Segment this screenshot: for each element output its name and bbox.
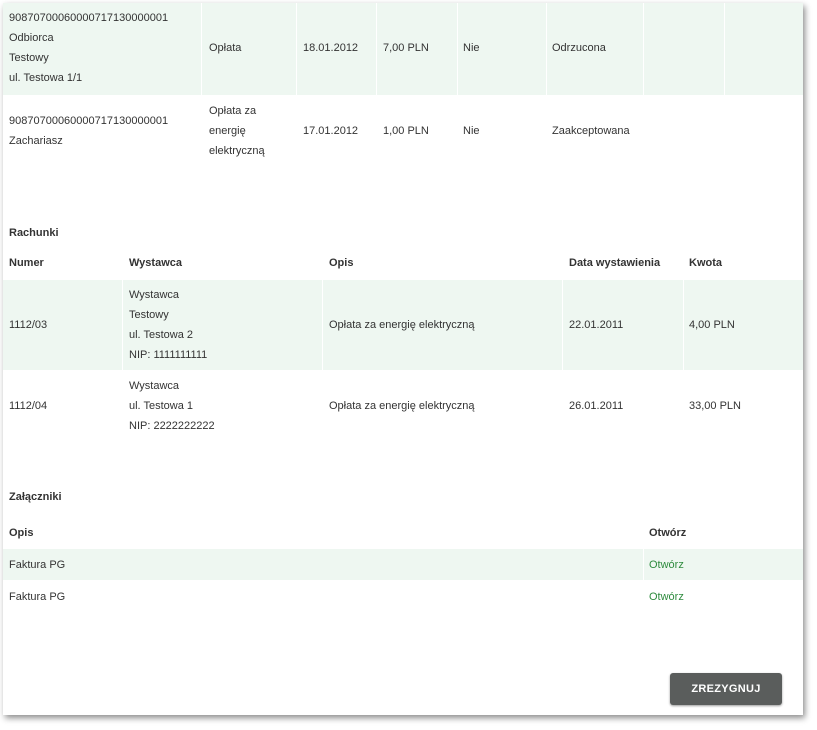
bill-issuer-line: Wystawca (129, 380, 180, 392)
bill-issue-date: 26.01.2011 (569, 400, 624, 412)
payment-status: Odrzucona (552, 42, 606, 54)
payment-flag: Nie (463, 42, 480, 54)
payment-row: 90870700060000717130000001 Zachariasz Op… (3, 95, 803, 175)
payment-title-line: energię (209, 125, 246, 137)
bill-issuer-line: NIP: 1111111111 (129, 349, 208, 361)
payment-title: Opłata (209, 42, 242, 54)
attachment-open-link[interactable]: Otwórz (649, 555, 684, 575)
payment-recipient-line: Zachariasz (9, 135, 63, 147)
bills-section-title: Rachunki (9, 227, 59, 239)
payment-account: 90870700060000717130000001 (9, 12, 169, 24)
payment-title-line: elektryczną (209, 145, 265, 157)
payment-flag: Nie (463, 125, 480, 137)
bill-issue-date: 22.01.2011 (569, 319, 624, 331)
bill-amount: 33,00 PLN (689, 400, 741, 412)
bill-issuer-line: ul. Testowa 1 (129, 400, 194, 412)
details-panel: 90870700060000717130000001 Odbiorca Test… (3, 3, 803, 715)
bill-issuer-line: ul. Testowa 2 (129, 329, 194, 341)
bill-number: 1112/04 (9, 400, 48, 412)
bill-description: Opłata za energię elektryczną (329, 319, 475, 331)
bill-issuer-line: Wystawca (129, 289, 180, 301)
bills-header-amount: Kwota (689, 257, 722, 269)
payment-date: 17.01.2012 (303, 125, 359, 137)
attachment-open-link[interactable]: Otwórz (649, 587, 684, 607)
attachment-row: Faktura PG Otwórz (3, 580, 803, 611)
attachment-description: Faktura PG (9, 591, 66, 603)
bill-row: 1112/04 Wystawca ul. Testowa 1 NIP: 2222… (3, 370, 803, 444)
bills-header-number: Numer (9, 257, 44, 269)
attachment-description: Faktura PG (9, 559, 66, 571)
payment-status: Zaakceptowana (552, 125, 630, 137)
bill-description: Opłata za energię elektryczną (329, 400, 475, 412)
payment-date: 18.01.2012 (303, 42, 359, 54)
attachments-section-title: Załączniki (9, 491, 62, 503)
payment-amount: 1,00 PLN (383, 125, 429, 137)
bill-amount: 4,00 PLN (689, 319, 735, 331)
payment-row: 90870700060000717130000001 Odbiorca Test… (3, 3, 803, 95)
attachments-header-open: Otwórz (649, 527, 687, 539)
cancel-button[interactable]: ZREZYGNUJ (670, 673, 782, 705)
bill-number: 1112/03 (9, 319, 48, 331)
bills-header-issue-date: Data wystawienia (569, 257, 661, 269)
attachments-header-description: Opis (9, 527, 34, 539)
payment-recipient-line: ul. Testowa 1/1 (9, 72, 83, 84)
bill-issuer-line: NIP: 2222222222 (129, 420, 215, 432)
bill-row: 1112/03 Wystawca Testowy ul. Testowa 2 N… (3, 280, 803, 370)
bills-header-description: Opis (329, 257, 354, 269)
attachment-row: Faktura PG Otwórz (3, 549, 803, 580)
payment-recipient-line: Odbiorca (9, 32, 54, 44)
payment-recipient-line: Testowy (9, 52, 49, 64)
bill-issuer-line: Testowy (129, 309, 169, 321)
payment-title-line: Opłata za (209, 105, 257, 117)
bills-header-issuer: Wystawca (129, 257, 182, 269)
payment-amount: 7,00 PLN (383, 42, 429, 54)
payment-account: 90870700060000717130000001 (9, 115, 169, 127)
